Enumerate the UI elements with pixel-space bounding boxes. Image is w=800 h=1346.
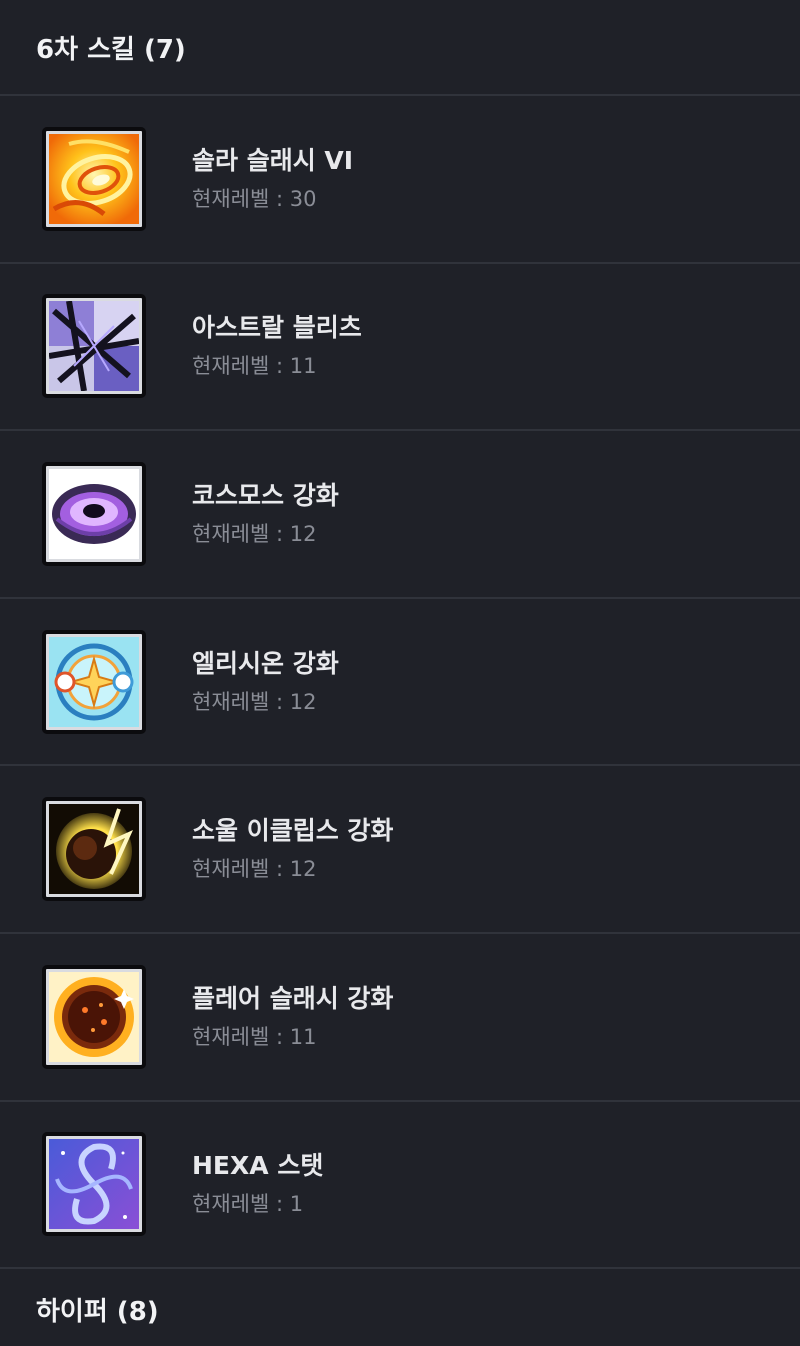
astral-blitz-icon	[42, 294, 146, 399]
cosmos-enhance-icon	[42, 461, 146, 566]
solar-slash-icon	[42, 126, 146, 231]
skill-level: 현재레벨 : 11	[192, 1024, 317, 1049]
hyper-skill-section-header: 하이퍼 (8)	[0, 1269, 800, 1346]
skill-name: 플레어 슬래시 강화	[192, 983, 394, 1013]
skill-level: 현재레벨 : 12	[192, 689, 317, 714]
skill-row[interactable]: 솔라 슬래시 VI 현재레벨 : 30	[0, 96, 800, 264]
section-title: 하이퍼 (8)	[36, 1297, 159, 1328]
skill-row[interactable]: HEXA 스탯 현재레벨 : 1	[0, 1102, 800, 1270]
skill-name: 소울 이클립스 강화	[192, 816, 394, 846]
skill-name: 아스트랄 블리츠	[192, 313, 362, 343]
elysion-enhance-icon	[42, 629, 146, 734]
skill-name: HEXA 스탯	[192, 1151, 324, 1181]
skill-row[interactable]: 플레어 슬래시 강화 현재레벨 : 11	[0, 934, 800, 1102]
skill-level: 현재레벨 : 12	[192, 521, 317, 546]
flare-slash-enhance-icon	[42, 964, 146, 1069]
soul-eclipse-enhance-icon	[42, 797, 146, 902]
sixth-skill-section-header: 6차 스킬 (7)	[0, 0, 800, 96]
section-title: 6차 스킬 (7)	[36, 34, 186, 65]
skill-row[interactable]: 코스모스 강화 현재레벨 : 12	[0, 431, 800, 599]
skill-row[interactable]: 아스트랄 블리츠 현재레벨 : 11	[0, 264, 800, 432]
skill-level: 현재레벨 : 11	[192, 354, 317, 379]
skill-level: 현재레벨 : 30	[192, 186, 317, 211]
hexa-stat-icon	[42, 1132, 146, 1237]
skill-level: 현재레벨 : 12	[192, 857, 317, 882]
skill-name: 솔라 슬래시 VI	[192, 145, 354, 175]
skill-list: 솔라 슬래시 VI 현재레벨 : 30 아스트랄 블리츠 현재레벨 : 11 코…	[0, 96, 800, 1270]
skill-row[interactable]: 소울 이클립스 강화 현재레벨 : 12	[0, 766, 800, 934]
skill-name: 엘리시온 강화	[192, 648, 339, 678]
skill-name: 코스모스 강화	[192, 480, 339, 510]
skill-level: 현재레벨 : 1	[192, 1192, 304, 1217]
skill-row[interactable]: 엘리시온 강화 현재레벨 : 12	[0, 599, 800, 767]
